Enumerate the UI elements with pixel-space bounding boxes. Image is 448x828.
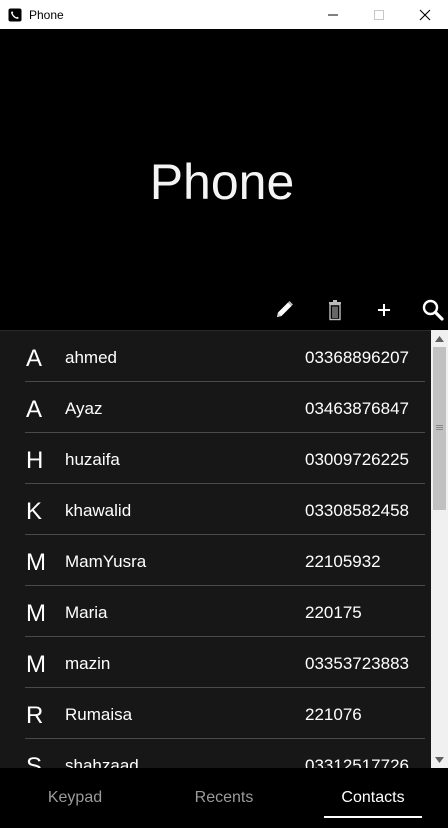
- contact-list[interactable]: A ahmed 03368896207 A Ayaz 03463876847 H…: [0, 330, 448, 768]
- contact-name: huzaifa: [65, 450, 120, 469]
- delete-button[interactable]: [322, 296, 348, 324]
- contact-row[interactable]: A ahmed 03368896207: [0, 331, 432, 382]
- contact-number: 03009726225: [305, 450, 410, 469]
- contact-initial: M: [26, 600, 46, 627]
- contact-name: mazin: [65, 654, 111, 673]
- contact-name: MamYusra: [65, 552, 147, 571]
- contact-number: 03312517726: [305, 756, 410, 768]
- contact-number: 22105932: [305, 552, 381, 571]
- phone-app-icon: [7, 7, 23, 23]
- minimize-icon: [328, 14, 338, 15]
- contact-row[interactable]: M Maria 220175: [0, 586, 432, 637]
- close-button[interactable]: [402, 0, 448, 29]
- contact-initial: H: [26, 447, 44, 474]
- contact-number: 03353723883: [305, 654, 410, 673]
- contact-initial: M: [26, 549, 46, 576]
- bottom-navigation: Keypad Recents Contacts: [0, 768, 448, 828]
- tab-keypad[interactable]: Keypad: [25, 768, 125, 828]
- chevron-up-icon: [435, 335, 444, 342]
- contact-row[interactable]: K khawalid 03308582458: [0, 484, 432, 535]
- contact-row[interactable]: H huzaifa 03009726225: [0, 433, 432, 484]
- contact-name: Rumaisa: [65, 705, 133, 724]
- maximize-icon: [374, 9, 384, 20]
- scroll-thumb[interactable]: [433, 347, 446, 510]
- minimize-button[interactable]: [310, 0, 356, 29]
- contact-row[interactable]: M mazin 03353723883: [0, 637, 432, 688]
- search-icon: [422, 299, 444, 321]
- contact-row[interactable]: R Rumaisa 221076: [0, 688, 432, 739]
- contact-name: Maria: [65, 603, 108, 622]
- contact-name: ahmed: [65, 348, 117, 367]
- header-area: Phone: [0, 29, 448, 326]
- tab-recents[interactable]: Recents: [174, 768, 274, 828]
- contact-initial: M: [26, 651, 46, 678]
- scroll-grip-line: [436, 425, 443, 426]
- contact-initial: R: [26, 702, 44, 729]
- edit-button[interactable]: [271, 296, 297, 324]
- tab-contacts[interactable]: Contacts: [323, 768, 423, 828]
- contact-initial: A: [26, 396, 43, 423]
- contact-row[interactable]: A Ayaz 03463876847: [0, 382, 432, 433]
- contact-name: Ayaz: [65, 399, 103, 418]
- chevron-down-icon: [435, 756, 444, 763]
- contact-number: 03368896207: [305, 348, 410, 367]
- scroll-down-button[interactable]: [431, 751, 448, 768]
- window-titlebar: Phone: [0, 0, 448, 29]
- active-tab-indicator: [324, 816, 422, 818]
- scroll-grip-line: [436, 427, 443, 428]
- maximize-button[interactable]: [356, 0, 402, 29]
- plus-icon: [378, 304, 390, 316]
- search-button[interactable]: [420, 296, 446, 324]
- contact-initial: K: [26, 498, 43, 525]
- contact-number: 221076: [305, 705, 362, 724]
- contact-name: khawalid: [65, 501, 132, 520]
- contact-name: shahzaad: [65, 756, 139, 768]
- vertical-scrollbar[interactable]: [431, 330, 448, 768]
- close-icon: [419, 9, 431, 20]
- contact-row[interactable]: S shahzaad 03312517726: [0, 739, 432, 768]
- pencil-icon: [277, 301, 293, 317]
- contact-number: 220175: [305, 603, 362, 622]
- scroll-grip-line: [436, 429, 443, 430]
- window-title: Phone: [29, 7, 64, 22]
- contact-initial: S: [26, 753, 43, 768]
- trash-icon: [329, 300, 341, 321]
- scroll-up-button[interactable]: [431, 330, 448, 347]
- add-contact-button[interactable]: [371, 296, 397, 324]
- page-title: Phone: [149, 154, 295, 210]
- contact-number: 03308582458: [305, 501, 410, 520]
- contact-initial: A: [26, 345, 43, 372]
- contact-row[interactable]: M MamYusra 22105932: [0, 535, 432, 586]
- contact-number: 03463876847: [305, 399, 410, 418]
